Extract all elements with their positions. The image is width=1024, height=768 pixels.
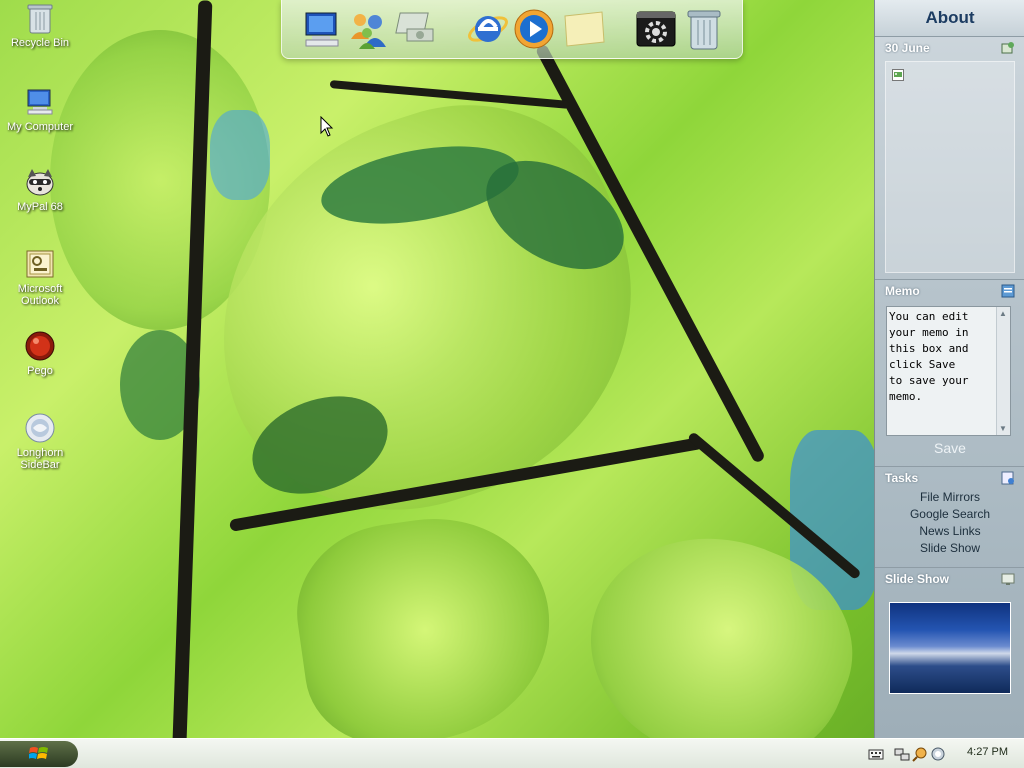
tasks-options-icon[interactable] <box>1001 471 1015 485</box>
desktop-icon-label: MyPal 68 <box>17 201 63 213</box>
sidebar: About 30 June Memo You can edit your mem… <box>874 0 1024 738</box>
media-player-icon <box>514 9 554 49</box>
task-slide-show[interactable]: Slide Show <box>875 540 1024 557</box>
memo-title: Memo <box>885 284 920 298</box>
dock-internet-explorer[interactable] <box>466 7 510 51</box>
tasks-panel: Tasks File Mirrors Google Search News Li… <box>875 467 1024 568</box>
mouse-cursor-icon <box>320 116 334 137</box>
network-tray-icon[interactable] <box>894 746 910 762</box>
desktop-icon-label: My Computer <box>6 121 74 133</box>
tasks-title: Tasks <box>885 471 919 485</box>
desktop-icon-label: Pego <box>27 365 53 377</box>
task-file-mirrors[interactable]: File Mirrors <box>875 489 1024 506</box>
taskbar-clock[interactable]: 4:27 PM <box>967 746 1008 758</box>
slideshow-options-icon[interactable] <box>1001 572 1015 586</box>
task-news-links[interactable]: News Links <box>875 523 1024 540</box>
desktop-icon-recycle-bin[interactable]: Recycle Bin <box>0 2 80 49</box>
desktop-icon-pego[interactable]: Pego <box>0 330 80 377</box>
start-button[interactable] <box>0 741 78 767</box>
sticky-note-icon <box>564 11 605 47</box>
network-icon <box>395 12 434 42</box>
recycle-bin-icon <box>24 2 56 34</box>
tasks-header: Tasks <box>875 467 1024 489</box>
outlook-icon <box>24 248 56 280</box>
wallpaper-sky <box>210 110 270 200</box>
sidebar-tray-icon[interactable] <box>930 746 946 762</box>
calendar-panel: 30 June <box>875 37 1024 280</box>
calendar-date: 30 June <box>885 41 930 55</box>
desktop-icon-outlook[interactable]: Microsoft Outlook <box>0 248 80 307</box>
dock-media-player[interactable] <box>512 7 556 51</box>
windows-logo-icon <box>29 747 48 759</box>
slideshow-panel: Slide Show <box>875 568 1024 718</box>
taskbar: 4:27 PM <box>0 738 1024 768</box>
internet-explorer-icon <box>468 16 508 42</box>
search-tray-icon[interactable] <box>912 746 928 762</box>
my-computer-icon <box>24 86 56 118</box>
slideshow-title: Slide Show <box>885 572 950 586</box>
slideshow-image[interactable] <box>889 602 1011 694</box>
keyboard-icon[interactable] <box>868 747 884 761</box>
settings-icon <box>636 11 676 47</box>
users-icon <box>351 14 386 49</box>
memo-header: Memo <box>875 280 1024 302</box>
memo-save-button[interactable]: Save <box>875 440 1024 456</box>
scroll-up-icon[interactable]: ▲ <box>999 309 1007 318</box>
pego-icon <box>24 330 56 362</box>
dock-users[interactable] <box>346 7 390 51</box>
task-google-search[interactable]: Google Search <box>875 506 1024 523</box>
wallpaper-branch <box>329 80 570 109</box>
my-computer-icon <box>305 12 339 47</box>
memo-textbox[interactable]: You can edit your memo in this box and c… <box>886 306 1011 436</box>
recycle-bin-icon <box>687 10 721 50</box>
memo-text[interactable]: You can edit your memo in this box and c… <box>887 307 1010 405</box>
calendar-body <box>885 61 1015 273</box>
dock-my-computer[interactable] <box>300 7 344 51</box>
dock-toolbar <box>281 0 743 59</box>
desktop: Recycle Bin My Computer MyPal 68 Microso… <box>0 0 1024 768</box>
calendar-image-icon <box>892 69 904 81</box>
desktop-icon-mypal[interactable]: MyPal 68 <box>0 166 80 213</box>
raccoon-icon <box>24 166 56 198</box>
desktop-icon-my-computer[interactable]: My Computer <box>0 86 80 133</box>
desktop-icon-label: Microsoft Outlook <box>17 283 63 307</box>
scroll-down-icon[interactable]: ▼ <box>999 424 1007 433</box>
dock-recycle-bin[interactable] <box>682 7 726 51</box>
desktop-icon-longhorn-sidebar[interactable]: Longhorn SideBar <box>0 412 80 471</box>
slideshow-header: Slide Show <box>875 568 1024 590</box>
desktop-icon-label: Recycle Bin <box>10 37 70 49</box>
calendar-options-icon[interactable] <box>1001 41 1015 55</box>
desktop-icon-label: Longhorn SideBar <box>16 447 64 471</box>
sidebar-about-button[interactable]: About <box>875 0 1024 37</box>
memo-scrollbar[interactable]: ▲ ▼ <box>996 307 1010 435</box>
dock-settings[interactable] <box>634 7 678 51</box>
wallpaper-leaf <box>285 503 565 757</box>
longhorn-sidebar-icon <box>24 412 56 444</box>
memo-panel: Memo You can edit your memo in this box … <box>875 280 1024 467</box>
memo-options-icon[interactable] <box>1001 284 1015 298</box>
dock-sticky-note[interactable] <box>562 7 606 51</box>
dock-network[interactable] <box>394 7 438 51</box>
calendar-header: 30 June <box>875 37 1024 59</box>
